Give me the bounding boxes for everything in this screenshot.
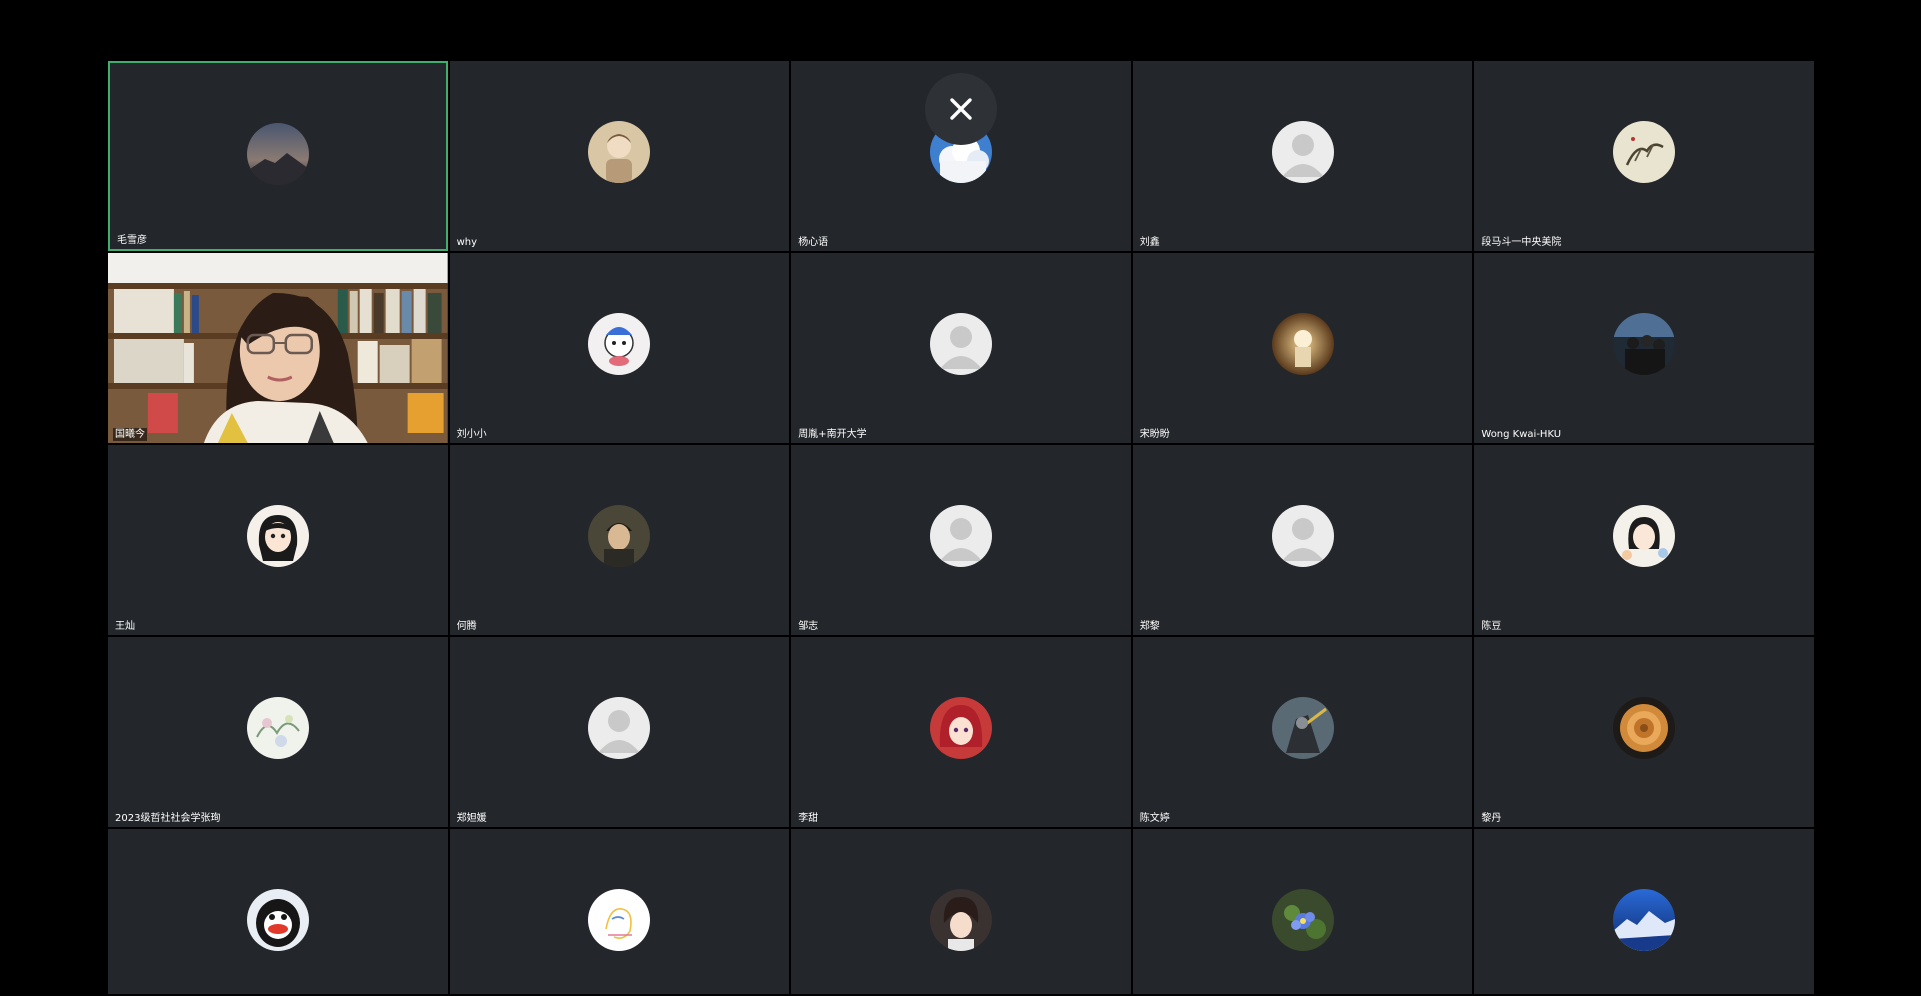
avatar-image	[1271, 697, 1334, 759]
avatar-image	[1613, 889, 1676, 951]
avatar-image	[1613, 505, 1676, 567]
participant-name: 刘小小	[456, 429, 487, 440]
participant-tile[interactable]	[1474, 829, 1814, 994]
participant-avatar	[929, 697, 992, 759]
participant-name: 刘鑫	[1139, 237, 1160, 248]
avatar-image	[246, 889, 309, 951]
participant-name: 郑黎	[1139, 621, 1160, 632]
participant-name: 郑妲媛	[456, 813, 487, 824]
participant-avatar	[1271, 889, 1334, 951]
participant-avatar	[929, 313, 992, 375]
participant-avatar	[1271, 505, 1334, 567]
participant-name: 陈豆	[1481, 621, 1502, 632]
participant-avatar	[588, 121, 651, 183]
participant-avatar	[1271, 121, 1334, 183]
participant-tile[interactable]: 郑黎	[1132, 445, 1473, 635]
avatar-image	[929, 697, 992, 759]
participant-tile[interactable]: 段马斗一中央美院	[1474, 61, 1814, 251]
participant-tile[interactable]: 宋盼盼	[1132, 253, 1473, 443]
participant-tile[interactable]	[449, 829, 790, 994]
avatar-image	[588, 313, 651, 375]
participant-avatar	[246, 697, 309, 759]
participant-avatar	[1613, 505, 1676, 567]
participant-name: 段马斗一中央美院	[1481, 237, 1562, 248]
participant-name: 何腾	[456, 621, 477, 632]
participant-name: 毛雪彦	[117, 235, 147, 246]
participant-tile[interactable]: 2023级哲社社会学张珣	[108, 637, 448, 827]
participant-tile[interactable]: 刘鑫	[1132, 61, 1473, 251]
avatar-image	[246, 123, 309, 185]
default-person-icon	[929, 313, 992, 375]
default-person-icon	[1271, 121, 1334, 183]
default-person-icon	[1271, 505, 1334, 567]
avatar-image	[1271, 889, 1334, 951]
participant-avatar	[1613, 697, 1676, 759]
participant-tile[interactable]	[791, 829, 1131, 994]
participant-avatar	[1613, 121, 1676, 183]
participant-avatar	[246, 889, 309, 951]
participant-tile[interactable]: 陈豆	[1474, 445, 1814, 635]
participant-tile[interactable]: 王灿	[108, 445, 448, 635]
participant-name: 邹志	[798, 621, 819, 632]
participant-name: 杨心语	[798, 237, 829, 248]
participant-tile[interactable]: 周胤+南开大学	[791, 253, 1131, 443]
participant-tile[interactable]: 刘小小	[449, 253, 790, 443]
default-person-icon	[588, 697, 651, 759]
participant-name: 宋盼盼	[1139, 429, 1170, 440]
avatar-image	[588, 505, 651, 567]
avatar-image	[588, 121, 651, 183]
participant-tile[interactable]: 何腾	[449, 445, 790, 635]
participant-avatar	[1613, 889, 1676, 951]
participant-tile[interactable]: 黎丹	[1474, 637, 1814, 827]
participant-avatar	[929, 505, 992, 567]
avatar-image	[588, 889, 651, 951]
close-icon	[950, 98, 972, 120]
participant-avatar	[1271, 697, 1334, 759]
participant-name: Wong Kwai-HKU	[1481, 429, 1562, 440]
avatar-image	[1613, 313, 1676, 375]
participant-tile[interactable]: 毛雪彦	[108, 61, 448, 251]
participant-name: 王灿	[115, 621, 135, 632]
avatar-image	[1271, 313, 1334, 375]
participant-avatar	[1271, 313, 1334, 375]
participant-avatar	[588, 889, 651, 951]
participant-name: 周胤+南开大学	[798, 429, 867, 440]
participant-name: why	[456, 237, 478, 248]
participant-video-feed	[108, 253, 448, 443]
participant-avatar	[246, 123, 309, 185]
participant-avatar	[588, 313, 651, 375]
meeting-gallery-view: 毛雪彦 why 杨心语 刘鑫 段马斗一中央美院国曦今 刘小小 周胤+南开大学 宋盼盼 Wong …	[0, 0, 1921, 996]
participant-tile[interactable]	[108, 829, 448, 994]
participant-tile[interactable]: 李甜	[791, 637, 1131, 827]
avatar-image	[1613, 697, 1676, 759]
close-button[interactable]	[925, 73, 997, 145]
participant-tile[interactable]: Wong Kwai-HKU	[1474, 253, 1814, 443]
avatar-image	[929, 889, 992, 951]
participant-grid: 毛雪彦 why 杨心语 刘鑫 段马斗一中央美院国曦今 刘小小 周胤+南开大学 宋盼盼 Wong …	[108, 61, 1814, 996]
avatar-image	[1613, 121, 1676, 183]
participant-avatar	[588, 697, 651, 759]
participant-tile[interactable]: 国曦今	[108, 253, 448, 443]
participant-name: 李甜	[798, 813, 819, 824]
participant-name: 陈文婷	[1139, 813, 1170, 824]
avatar-image	[246, 505, 309, 567]
participant-name: 2023级哲社社会学张珣	[115, 813, 221, 824]
avatar-image	[246, 697, 309, 759]
default-person-icon	[929, 505, 992, 567]
participant-tile[interactable]: 郑妲媛	[449, 637, 790, 827]
participant-tile[interactable]: 陈文婷	[1132, 637, 1473, 827]
participant-avatar	[246, 505, 309, 567]
participant-avatar	[588, 505, 651, 567]
participant-tile[interactable]	[1132, 829, 1473, 994]
participant-name: 黎丹	[1481, 813, 1502, 824]
participant-tile[interactable]: why	[449, 61, 790, 251]
participant-name: 国曦今	[113, 428, 147, 441]
participant-avatar	[929, 889, 992, 951]
participant-tile[interactable]: 邹志	[791, 445, 1131, 635]
participant-avatar	[1613, 313, 1676, 375]
